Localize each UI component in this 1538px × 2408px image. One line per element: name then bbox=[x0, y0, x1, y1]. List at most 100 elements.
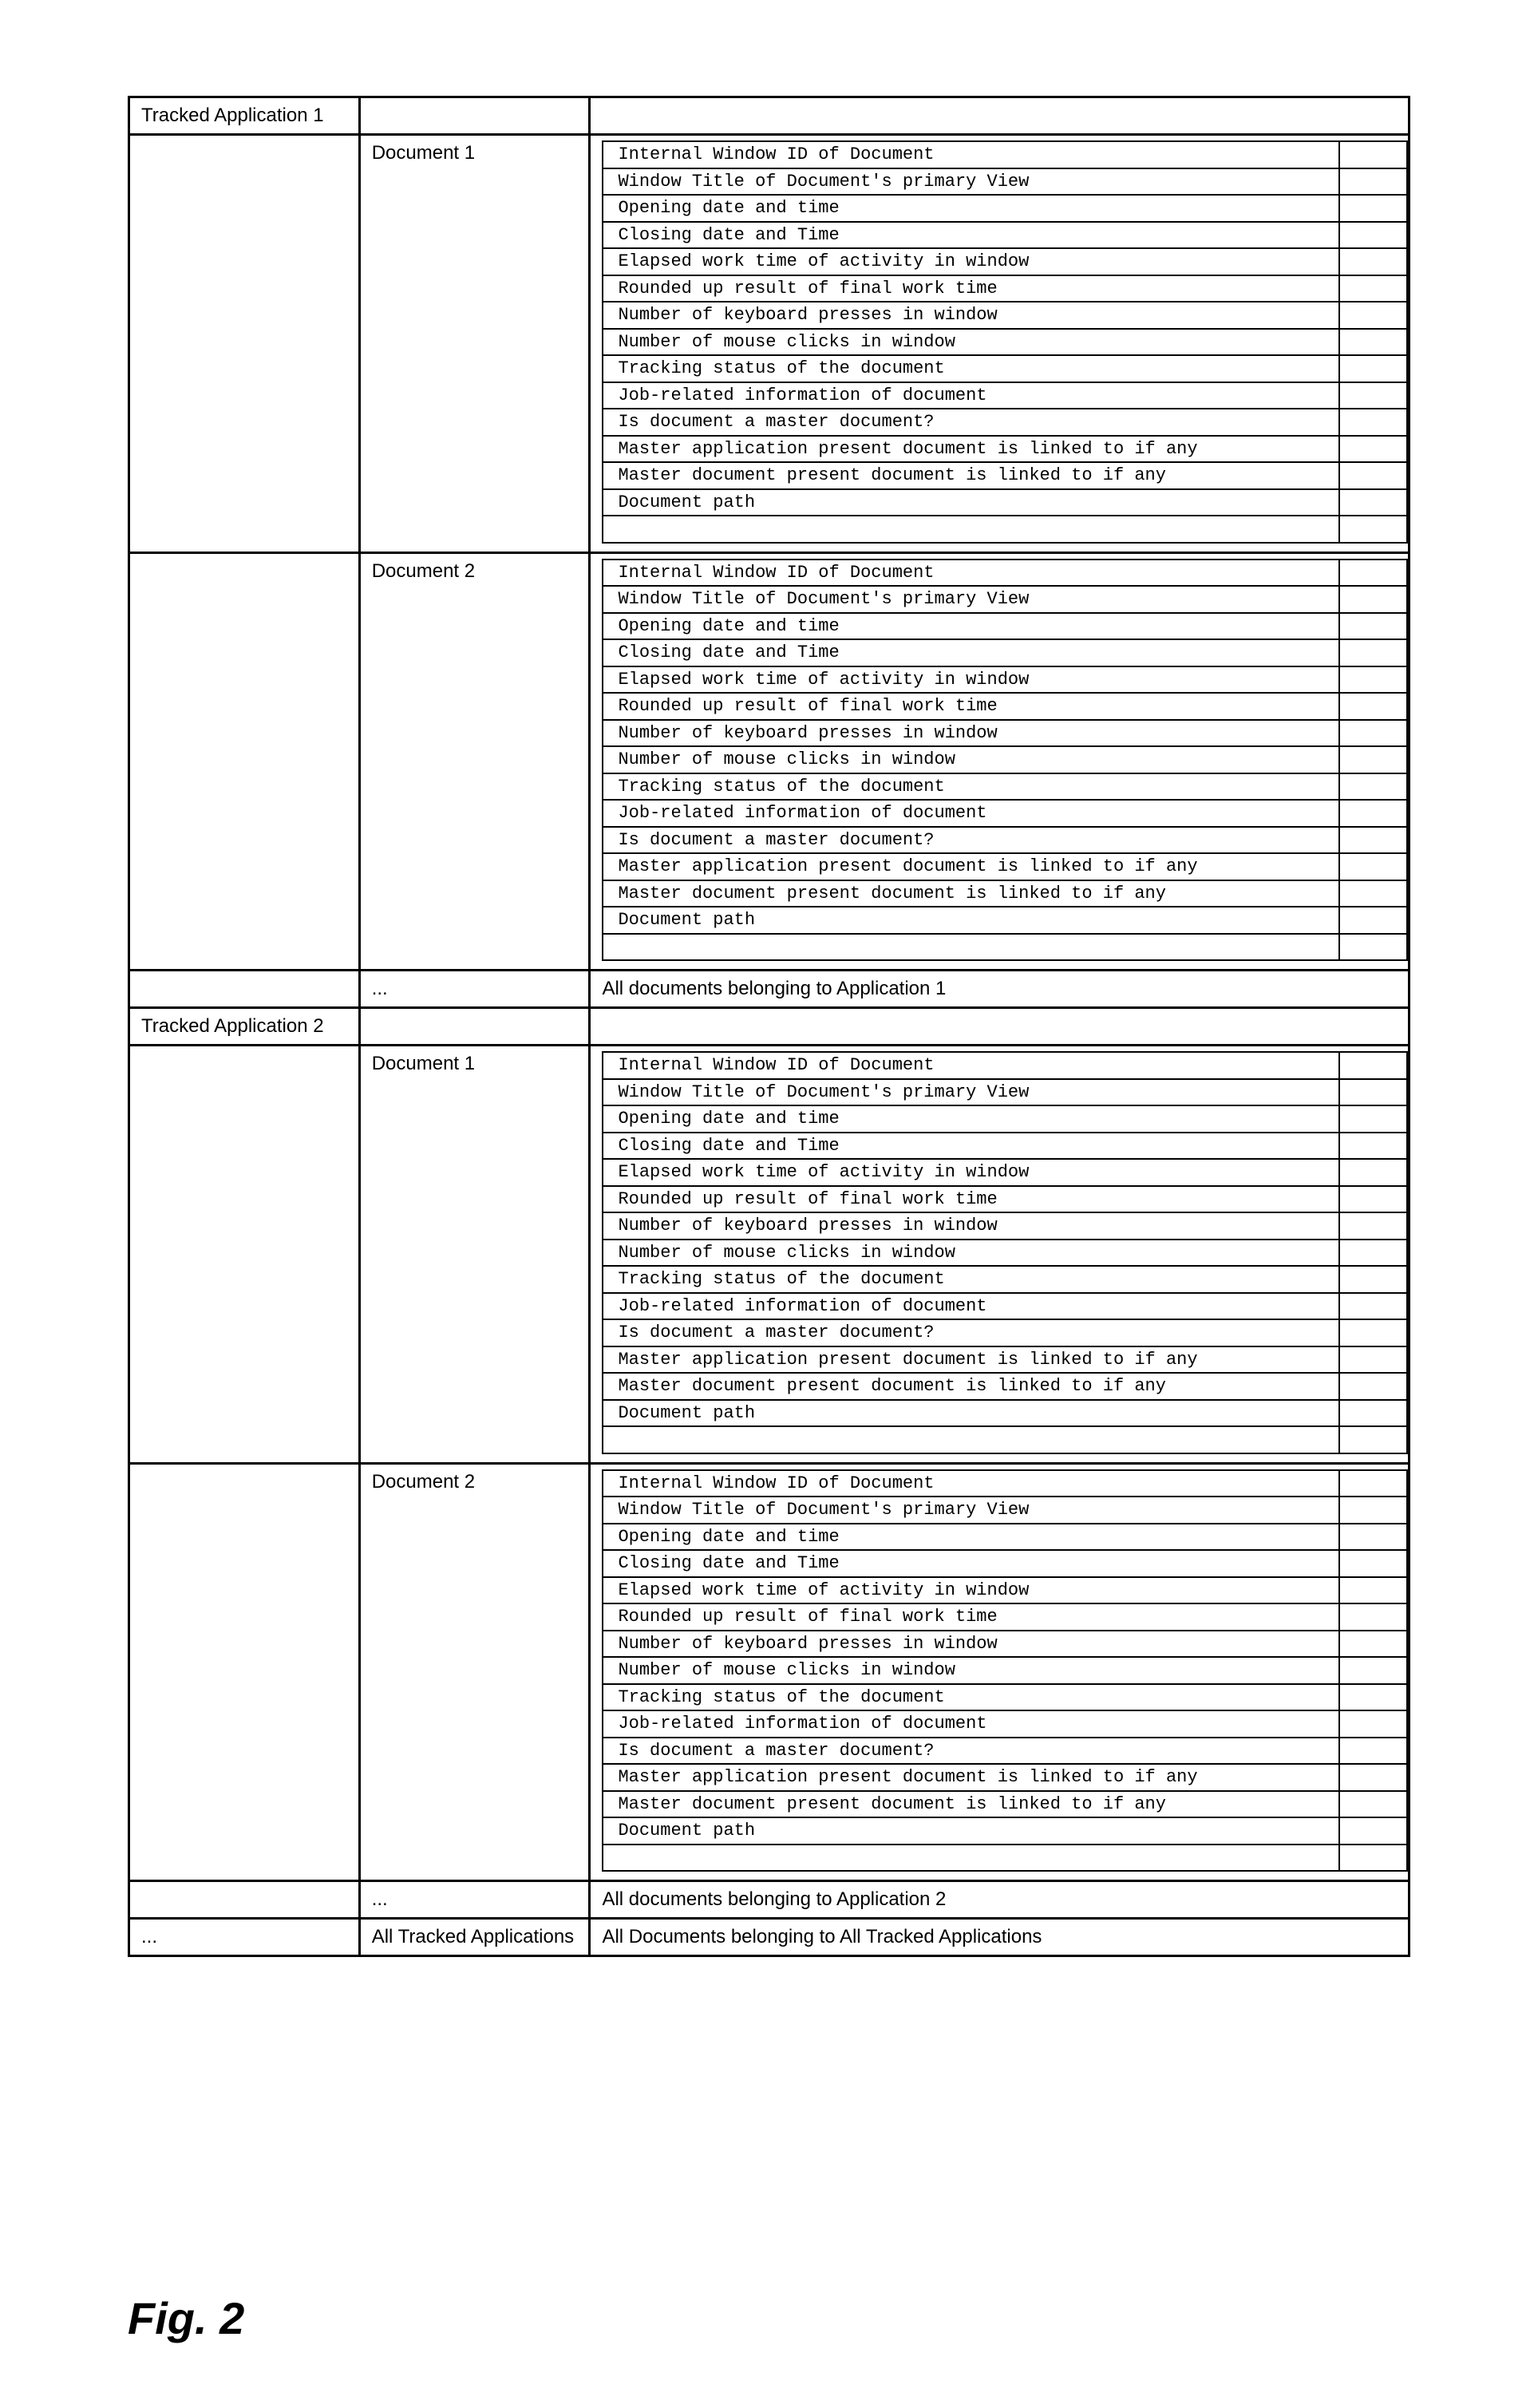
detail-field: Opening date and time bbox=[603, 1524, 1338, 1551]
detail-field-value bbox=[1339, 1400, 1407, 1427]
detail-field-value bbox=[1339, 329, 1407, 356]
detail-field-value bbox=[1339, 1240, 1407, 1267]
app2-doc1-details: Internal Window ID of DocumentWindow Tit… bbox=[590, 1046, 1410, 1464]
detail-field-value bbox=[1339, 1319, 1407, 1346]
detail-field-value bbox=[1339, 1738, 1407, 1765]
all-docs-all-apps: All Documents belonging to All Tracked A… bbox=[590, 1919, 1410, 1956]
detail-field-value bbox=[1339, 489, 1407, 516]
detail-field-value bbox=[1339, 1052, 1407, 1079]
app2-doc1-label: Document 1 bbox=[359, 1046, 590, 1464]
detail-field: Number of mouse clicks in window bbox=[603, 1657, 1338, 1684]
detail-field: Master application present document is l… bbox=[603, 1764, 1338, 1791]
detail-field: Job-related information of document bbox=[603, 1710, 1338, 1738]
ellipsis-cell: ... bbox=[129, 1919, 360, 1956]
empty-cell bbox=[129, 1881, 360, 1919]
detail-field: Number of mouse clicks in window bbox=[603, 329, 1338, 356]
detail-field-value bbox=[1339, 693, 1407, 720]
detail-field-value bbox=[1339, 907, 1407, 934]
detail-field-value bbox=[1339, 462, 1407, 489]
detail-field-value bbox=[1339, 1293, 1407, 1320]
detail-field: Job-related information of document bbox=[603, 800, 1338, 827]
detail-field-value bbox=[1339, 1577, 1407, 1604]
detail-field-value bbox=[1339, 1346, 1407, 1374]
detail-field-blank bbox=[603, 1426, 1338, 1453]
all-docs-app2: All documents belonging to Application 2 bbox=[590, 1881, 1410, 1919]
ellipsis-cell: ... bbox=[359, 1881, 590, 1919]
detail-field-blank bbox=[1339, 1426, 1407, 1453]
detail-field: Number of keyboard presses in window bbox=[603, 720, 1338, 747]
detail-field-value bbox=[1339, 666, 1407, 694]
empty-cell bbox=[590, 1008, 1410, 1046]
detail-field-value bbox=[1339, 613, 1407, 640]
detail-field: Window Title of Document's primary View bbox=[603, 586, 1338, 613]
detail-field: Job-related information of document bbox=[603, 1293, 1338, 1320]
app1-doc2-label: Document 2 bbox=[359, 552, 590, 971]
detail-field-value bbox=[1339, 1684, 1407, 1711]
detail-field-value bbox=[1339, 436, 1407, 463]
detail-field: Tracking status of the document bbox=[603, 773, 1338, 801]
detail-field: Number of keyboard presses in window bbox=[603, 1631, 1338, 1658]
detail-field-value bbox=[1339, 586, 1407, 613]
detail-field-value bbox=[1339, 1186, 1407, 1213]
detail-field: Document path bbox=[603, 1817, 1338, 1845]
empty-cell bbox=[590, 97, 1410, 135]
detail-field: Tracking status of the document bbox=[603, 1684, 1338, 1711]
detail-field: Rounded up result of final work time bbox=[603, 1603, 1338, 1631]
empty-cell bbox=[129, 135, 360, 553]
detail-field: Elapsed work time of activity in window bbox=[603, 666, 1338, 694]
detail-field-blank bbox=[603, 934, 1338, 961]
detail-field: Opening date and time bbox=[603, 1105, 1338, 1133]
detail-field-value bbox=[1339, 1817, 1407, 1845]
detail-field-value bbox=[1339, 168, 1407, 196]
detail-field: Elapsed work time of activity in window bbox=[603, 1159, 1338, 1186]
empty-cell bbox=[129, 1046, 360, 1464]
ellipsis-cell: ... bbox=[359, 971, 590, 1008]
detail-field: Number of keyboard presses in window bbox=[603, 1212, 1338, 1240]
detail-field-blank bbox=[603, 1845, 1338, 1872]
detail-field: Document path bbox=[603, 1400, 1338, 1427]
detail-field: Tracking status of the document bbox=[603, 1266, 1338, 1293]
detail-field-value bbox=[1339, 827, 1407, 854]
detail-field-value bbox=[1339, 275, 1407, 302]
detail-field-value bbox=[1339, 1373, 1407, 1400]
detail-field-value bbox=[1339, 1212, 1407, 1240]
detail-field: Document path bbox=[603, 907, 1338, 934]
detail-list: Internal Window ID of DocumentWindow Tit… bbox=[602, 559, 1408, 962]
detail-field-value bbox=[1339, 1791, 1407, 1818]
detail-field-value bbox=[1339, 746, 1407, 773]
detail-field-blank bbox=[1339, 1845, 1407, 1872]
detail-list: Internal Window ID of DocumentWindow Tit… bbox=[602, 140, 1408, 544]
detail-field-value bbox=[1339, 1497, 1407, 1524]
app1-doc1-label: Document 1 bbox=[359, 135, 590, 553]
detail-field-value bbox=[1339, 880, 1407, 907]
detail-field-value bbox=[1339, 773, 1407, 801]
detail-field-value bbox=[1339, 1550, 1407, 1577]
detail-field-value bbox=[1339, 222, 1407, 249]
detail-field: Rounded up result of final work time bbox=[603, 275, 1338, 302]
detail-field: Internal Window ID of Document bbox=[603, 1052, 1338, 1079]
detail-field: Master application present document is l… bbox=[603, 1346, 1338, 1374]
detail-field-value bbox=[1339, 355, 1407, 382]
all-tracked-apps-label: All Tracked Applications bbox=[359, 1919, 590, 1956]
detail-field: Internal Window ID of Document bbox=[603, 559, 1338, 587]
detail-field: Number of mouse clicks in window bbox=[603, 746, 1338, 773]
detail-field-value bbox=[1339, 1159, 1407, 1186]
detail-field: Window Title of Document's primary View bbox=[603, 168, 1338, 196]
detail-field: Master application present document is l… bbox=[603, 853, 1338, 880]
detail-field-value bbox=[1339, 1764, 1407, 1791]
detail-field-value bbox=[1339, 559, 1407, 587]
detail-field: Master document present document is link… bbox=[603, 462, 1338, 489]
detail-field: Master document present document is link… bbox=[603, 1791, 1338, 1818]
detail-field-value bbox=[1339, 1524, 1407, 1551]
detail-field: Closing date and Time bbox=[603, 1133, 1338, 1160]
app2-doc2-label: Document 2 bbox=[359, 1463, 590, 1881]
detail-field-value bbox=[1339, 1603, 1407, 1631]
detail-field-value bbox=[1339, 302, 1407, 329]
detail-field-value bbox=[1339, 1631, 1407, 1658]
detail-field: Opening date and time bbox=[603, 613, 1338, 640]
detail-field-value bbox=[1339, 639, 1407, 666]
detail-list: Internal Window ID of DocumentWindow Tit… bbox=[602, 1051, 1408, 1454]
empty-cell bbox=[129, 552, 360, 971]
empty-cell bbox=[129, 971, 360, 1008]
detail-field: Number of keyboard presses in window bbox=[603, 302, 1338, 329]
